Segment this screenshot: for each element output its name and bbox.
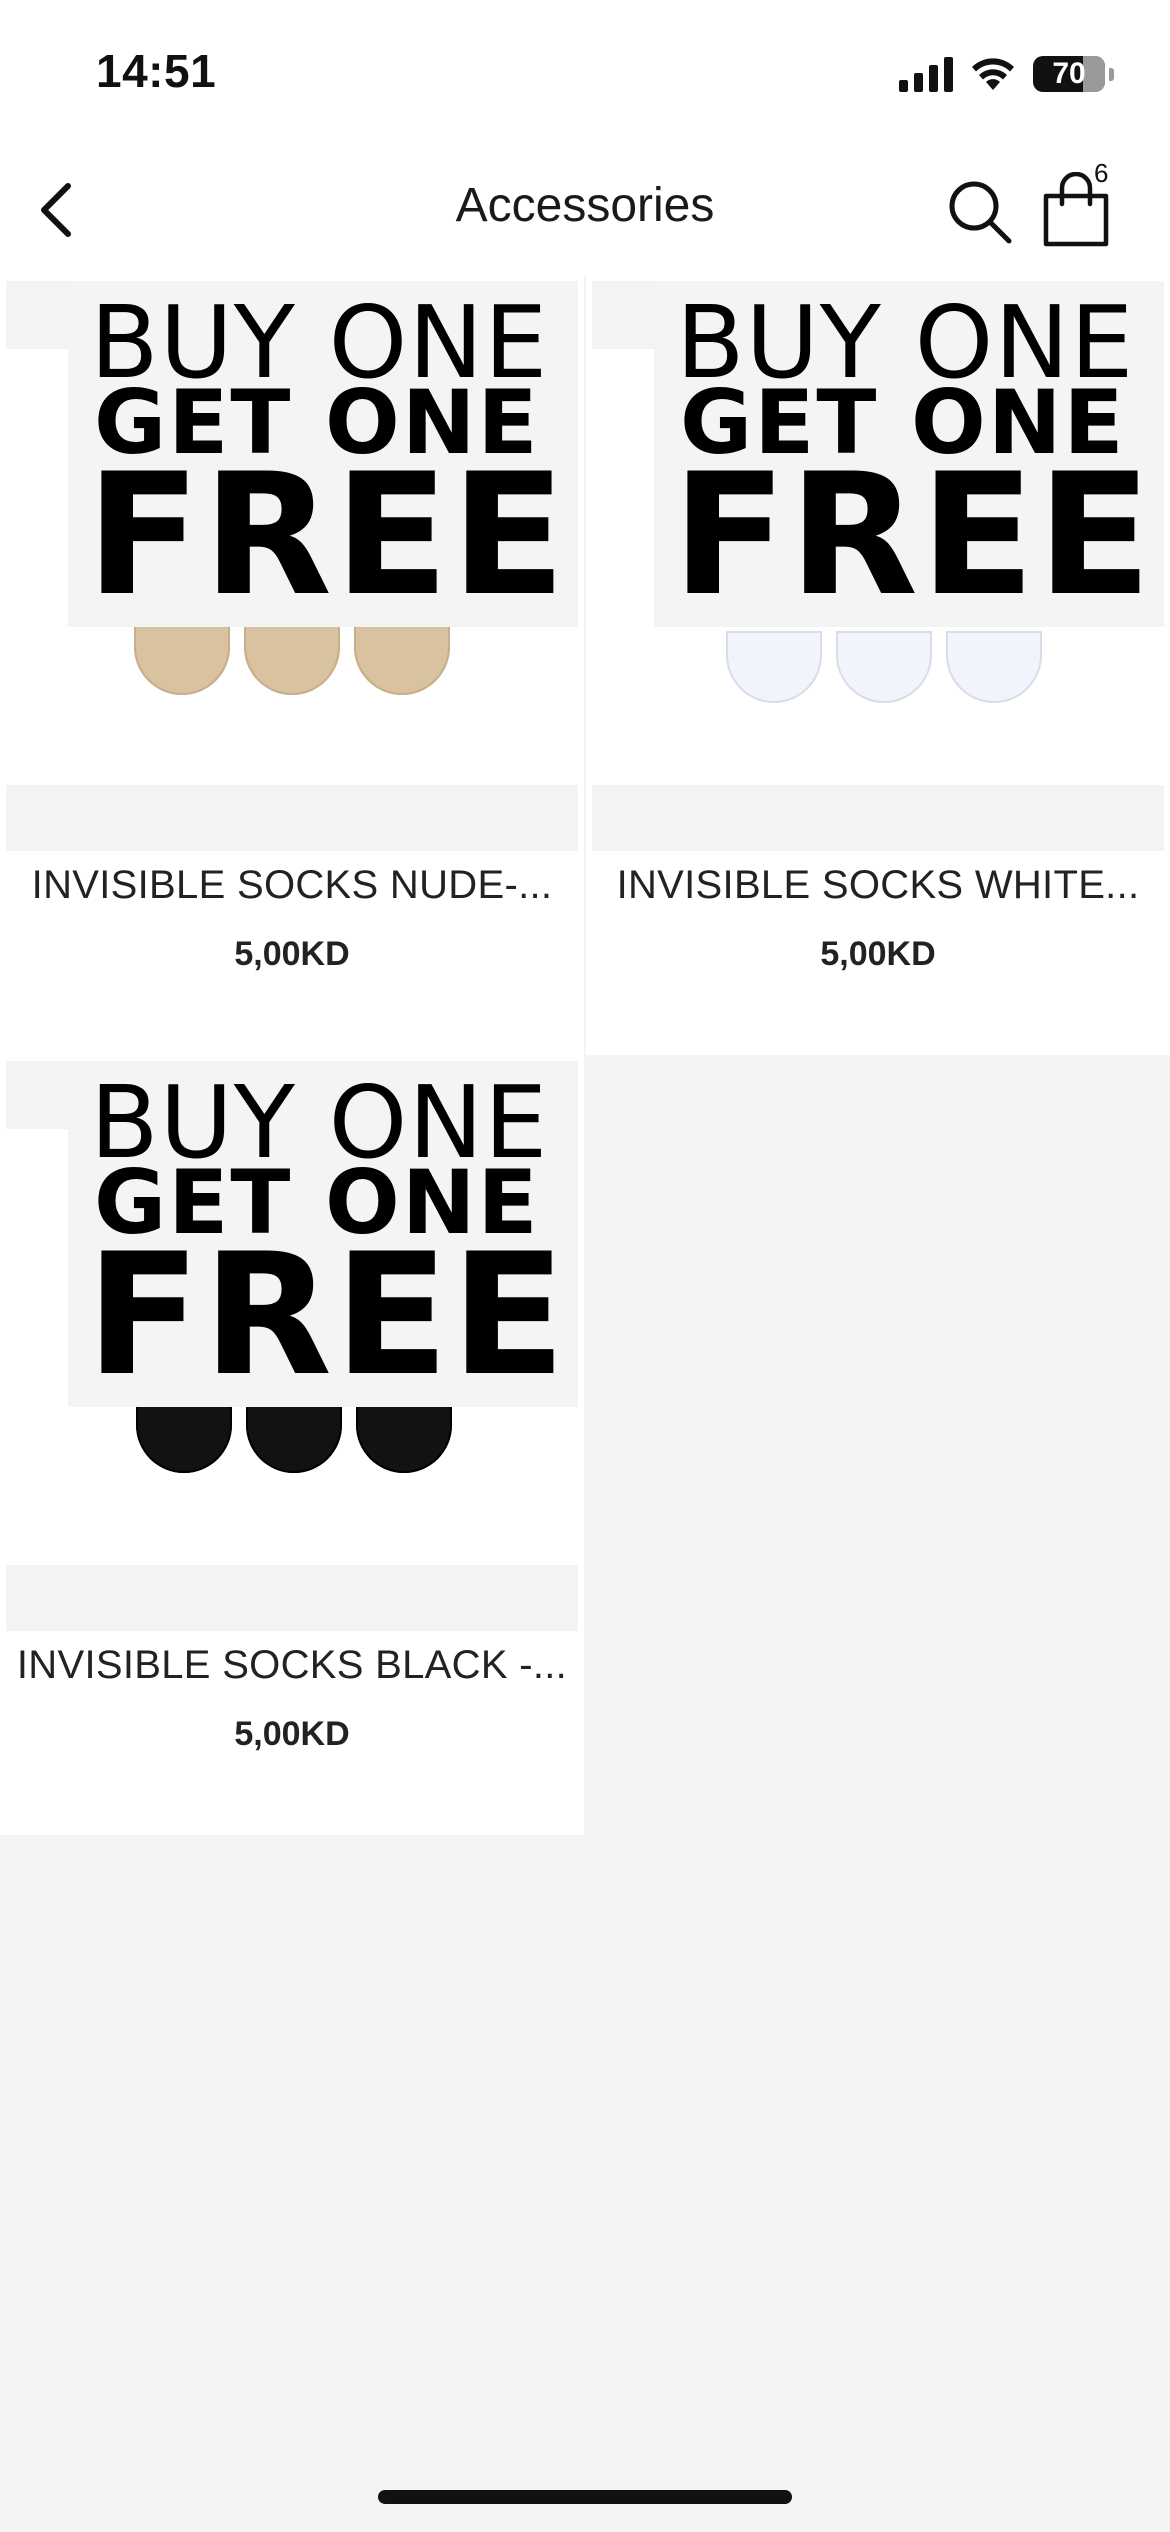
promo-line-3: FREE [672,437,1154,633]
promo-banner: BUY ONE GET ONE FREE [654,281,1164,627]
home-indicator [378,2490,792,2504]
wifi-icon [969,56,1017,92]
sock-shape [836,631,932,703]
promo-line-3: FREE [86,1217,568,1413]
product-name[interactable]: INVISIBLE SOCKS NUDE-... [0,863,584,908]
navigation-header: Accessories 6 [0,150,1170,275]
product-price: 5,00KD [820,935,936,973]
battery-icon: 70 [1033,56,1105,92]
sock-shape [726,631,822,703]
sock-shape [354,623,450,695]
battery-percent: 70 [1052,57,1086,90]
sock-shape [244,623,340,695]
product-price: 5,00KD [234,1715,350,1753]
image-bottom-strip [6,785,578,851]
product-image: BUY ONE GET ONE FREE [6,1061,578,1631]
product-card[interactable]: BUY ONE GET ONE FREE INVISIBLE SOCKS WHI… [586,275,1170,1055]
status-bar: 14:51 70 [0,0,1170,150]
search-button[interactable] [938,170,1022,254]
promo-banner: BUY ONE GET ONE FREE [68,1061,578,1407]
search-icon [949,181,1012,244]
product-image: BUY ONE GET ONE FREE [6,281,578,851]
product-name[interactable]: INVISIBLE SOCKS WHITE... [586,863,1170,908]
status-time: 14:51 [96,45,217,97]
product-price: 5,00KD [234,935,350,973]
product-image: BUY ONE GET ONE FREE [592,281,1164,851]
sock-shape [946,631,1042,703]
image-bottom-strip [592,785,1164,851]
sock-illustration [134,623,450,695]
image-bottom-strip [6,1565,578,1631]
sock-illustration [726,631,1042,703]
status-icons: 70 [899,52,1114,96]
cellular-signal-icon [899,56,953,92]
cart-count-badge: 6 [1094,158,1109,188]
product-name[interactable]: INVISIBLE SOCKS BLACK -... [0,1643,584,1688]
sock-shape [134,623,230,695]
product-card[interactable]: BUY ONE GET ONE FREE INVISIBLE SOCKS BLA… [0,1055,584,1835]
battery-nub [1109,67,1114,81]
promo-banner: BUY ONE GET ONE FREE [68,281,578,627]
product-card[interactable]: BUY ONE GET ONE FREE INVISIBLE SOCKS NUD… [0,275,584,1055]
promo-line-3: FREE [86,437,568,633]
cart-button[interactable]: 6 [1036,158,1136,258]
